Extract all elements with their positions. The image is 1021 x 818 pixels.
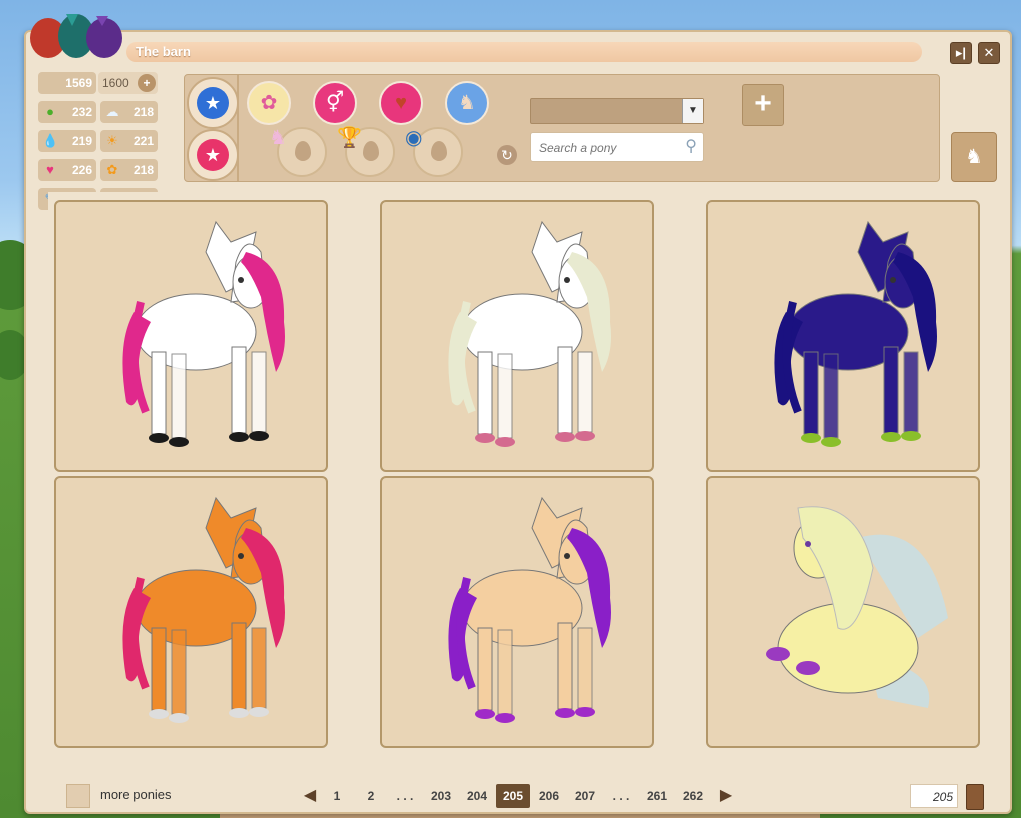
more-ponies-checkbox[interactable] xyxy=(66,784,90,808)
pony-image xyxy=(122,220,285,447)
add-pony-button[interactable]: + xyxy=(742,84,784,126)
page-ellipsis: . . . xyxy=(396,789,414,803)
toolbar-divider xyxy=(237,75,239,181)
pony-grid xyxy=(48,192,984,778)
page-link[interactable]: 205 xyxy=(496,784,530,808)
eye-slot[interactable]: ◉ xyxy=(405,127,463,177)
pony-card[interactable] xyxy=(54,200,328,472)
folder-icon: ★ xyxy=(197,87,229,119)
water-drops-icon: 💧 xyxy=(42,133,59,148)
family-icon: ♞ xyxy=(458,92,476,114)
heart-icon: ♥ xyxy=(46,162,54,177)
more-ponies-label: more ponies xyxy=(100,787,172,802)
gender-icon: ⚥ xyxy=(325,92,345,114)
page-link[interactable]: 204 xyxy=(460,784,494,808)
page-link[interactable]: 203 xyxy=(424,784,458,808)
pony-card[interactable] xyxy=(54,476,328,748)
stat-sun: ☀ 221 xyxy=(100,130,158,152)
stat-water-value: 219 xyxy=(71,134,92,148)
stat-water: 💧 219 xyxy=(38,130,96,152)
search-field: ⚲ xyxy=(530,132,704,163)
pagination: ◀ 12 . . . 203 204 205 206 207 . . . 261 262 ▶ xyxy=(302,784,742,808)
heart-pendant-filter[interactable]: ♥ xyxy=(379,81,423,125)
pony-transfer-icon: ♞ xyxy=(965,146,983,168)
refresh-icon: ↻ xyxy=(501,147,513,163)
search-icon[interactable]: ⚲ xyxy=(685,136,697,156)
tab-favorites[interactable]: ★ xyxy=(187,129,239,181)
page-link[interactable]: 261 xyxy=(640,784,674,808)
filter-toolbar: ★ ★ ✿ ⚥ ♥ ♞ ♞ 🏆 ◉ ↻ xyxy=(184,74,940,182)
pony-card[interactable] xyxy=(706,200,980,472)
collapse-button[interactable]: ▸| xyxy=(950,42,972,64)
stat-love: ♥ 226 xyxy=(38,159,96,181)
page-link[interactable]: 262 xyxy=(676,784,710,808)
stat-food: ● 232 xyxy=(38,101,96,123)
transfer-pony-button[interactable]: ♞ xyxy=(951,132,997,182)
window-title: The barn xyxy=(126,42,922,62)
barn-window: The barn ▸| ✕ 1569 1600 + ● 232 ☁ 218 💧 … xyxy=(24,14,1012,814)
stat-weather-value: 218 xyxy=(133,105,154,119)
pony-card[interactable] xyxy=(706,476,980,748)
gender-filter[interactable]: ⚥ xyxy=(313,81,357,125)
stat-food-value: 232 xyxy=(71,105,92,119)
page-link[interactable]: 2 xyxy=(354,784,388,808)
trophy-slot[interactable]: 🏆 xyxy=(337,127,395,177)
refresh-filter-button[interactable]: ↻ xyxy=(497,145,517,165)
page-number-input[interactable]: 205 xyxy=(910,784,958,808)
pony-image xyxy=(448,220,611,447)
unicorn-slot[interactable]: ♞ xyxy=(269,127,327,177)
add-currency-icon[interactable]: + xyxy=(138,74,156,92)
game-logo-icon xyxy=(30,14,122,58)
page-link[interactable]: 207 xyxy=(568,784,602,808)
go-to-page-button[interactable] xyxy=(966,784,984,810)
color-wheel-icon: ✿ xyxy=(260,92,278,114)
close-icon: ✕ xyxy=(983,45,995,60)
sun-icon: ☀ xyxy=(106,133,118,148)
heart-pendant-icon: ♥ xyxy=(395,92,407,114)
search-input[interactable] xyxy=(531,133,681,163)
pony-card[interactable] xyxy=(380,476,654,748)
star-icon: ★ xyxy=(197,139,229,171)
plus-icon: + xyxy=(754,87,772,120)
stat-paw: ✿ 218 xyxy=(100,159,158,181)
breed-select[interactable]: ▼ xyxy=(530,98,704,124)
paw-icon: ✿ xyxy=(106,162,118,177)
pony-card[interactable] xyxy=(380,200,654,472)
currency-main: 1569 xyxy=(38,72,96,94)
currency-secondary: 1600 + xyxy=(98,72,158,94)
unicorn-icon: ♞ xyxy=(269,127,287,149)
pony-image xyxy=(774,220,937,447)
prev-page-arrow-icon[interactable]: ◀ xyxy=(302,784,318,808)
empty-slot-drop xyxy=(431,141,447,161)
empty-slot-drop xyxy=(295,141,311,161)
apple-icon: ● xyxy=(46,104,54,119)
eye-icon: ◉ xyxy=(405,127,423,149)
color-wheel-filter[interactable]: ✿ xyxy=(247,81,291,125)
stat-love-value: 226 xyxy=(71,163,92,177)
family-filter[interactable]: ♞ xyxy=(445,81,489,125)
stat-sun-value: 221 xyxy=(133,134,154,148)
next-page-arrow-icon[interactable]: ▶ xyxy=(718,784,734,808)
page-link[interactable]: 1 xyxy=(320,784,354,808)
collapse-icon: ▸| xyxy=(955,45,967,60)
stat-weather: ☁ 218 xyxy=(100,101,158,123)
currency-secondary-value: 1600 xyxy=(102,76,129,90)
cloud-icon: ☁ xyxy=(105,104,119,119)
close-button[interactable]: ✕ xyxy=(978,42,1000,64)
currency-main-value: 1569 xyxy=(65,76,92,90)
pony-image xyxy=(766,506,948,708)
empty-slot-drop xyxy=(363,141,379,161)
pony-image xyxy=(448,496,611,723)
page-ellipsis: . . . xyxy=(612,789,630,803)
stat-paw-value: 218 xyxy=(133,163,154,177)
trophy-icon: 🏆 xyxy=(337,127,362,149)
page-link[interactable]: 206 xyxy=(532,784,566,808)
tab-folder[interactable]: ★ xyxy=(187,77,239,129)
chevron-down-icon[interactable]: ▼ xyxy=(682,99,703,123)
pony-image xyxy=(122,496,285,723)
